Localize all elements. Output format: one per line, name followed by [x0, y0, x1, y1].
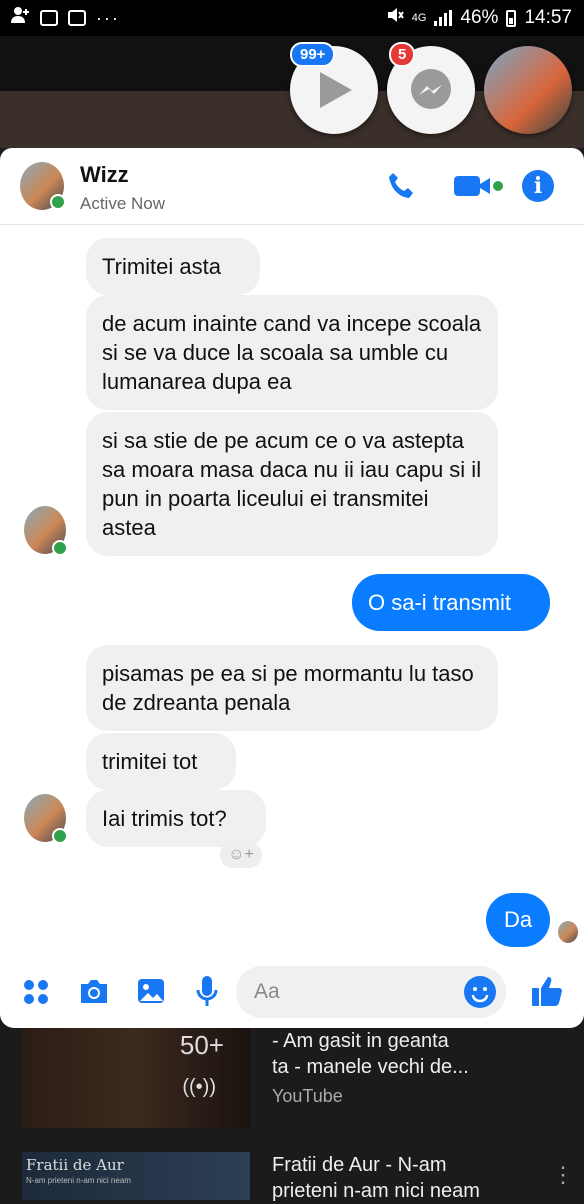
phone-call-icon[interactable] [386, 170, 418, 207]
thumbnail-title: Fratii de Aur [26, 1156, 124, 1174]
battery-percentage: 46% [460, 7, 499, 28]
clock: 14:57 [524, 7, 572, 28]
video-thumbnail[interactable]: Fratii de Aur N-am prieteni n-am nici ne… [22, 1152, 250, 1200]
incoming-message[interactable]: pisamas pe ea si pe mormantu lu taso de … [86, 645, 498, 731]
contact-status: Active Now [80, 194, 166, 213]
message-composer: Aa [0, 956, 584, 1028]
message-input[interactable]: Aa [236, 966, 506, 1018]
camera-icon[interactable] [78, 976, 110, 1011]
online-indicator [52, 828, 68, 844]
contact-chathead-avatar[interactable] [484, 46, 572, 134]
more-options-icon[interactable]: ⋮ [552, 1162, 574, 1188]
messenger-chathead[interactable]: 5 [387, 42, 475, 134]
video-title[interactable]: ta - manele vechi de... [272, 1054, 469, 1080]
smiley-plus-icon: ☺+ [228, 846, 254, 863]
add-contact-icon [10, 6, 30, 30]
outgoing-message[interactable]: O sa-i transmit [352, 574, 550, 631]
message-input-placeholder: Aa [254, 980, 280, 1003]
outgoing-message[interactable]: Da [486, 893, 550, 947]
add-reaction-button[interactable]: ☺+ [220, 842, 262, 868]
signal-icon [434, 10, 453, 26]
incoming-message[interactable]: trimitei tot [86, 733, 236, 790]
microphone-icon[interactable] [194, 974, 220, 1013]
playlist-count: 50+ [179, 1030, 224, 1060]
video-call-icon[interactable] [452, 170, 504, 207]
status-bar: ··· 4G 46% 14:57 [0, 0, 584, 36]
contact-name[interactable]: Wizz [80, 162, 129, 188]
battery-icon [506, 9, 517, 27]
seen-receipt-avatar [558, 921, 578, 943]
online-indicator [50, 194, 66, 210]
like-icon[interactable] [530, 974, 564, 1013]
video-thumbnail[interactable]: 50+ ((•)) [22, 1028, 250, 1128]
broadcast-icon: ((•)) [182, 1076, 216, 1098]
thumbnail-subtitle: N-am prieteni n-am nici neam [26, 1176, 131, 1185]
video-title[interactable]: - Am gasit in geanta [272, 1028, 449, 1054]
youtube-list: 50+ ((•)) - Am gasit in geanta ta - mane… [0, 1028, 584, 1202]
network-type: 4G [411, 12, 427, 24]
emoji-icon[interactable] [464, 976, 496, 1008]
video-count-badge: 99+ [290, 42, 336, 67]
chat-window: Wizz Active Now i Trimitei asta de acum … [0, 148, 584, 1028]
gallery-icon[interactable] [136, 976, 166, 1011]
play-icon [320, 72, 352, 108]
video-title[interactable]: prieteni n-am nici neam [272, 1178, 480, 1204]
info-icon[interactable]: i [522, 170, 554, 202]
mute-icon [386, 6, 404, 30]
video-source: YouTube [272, 1086, 343, 1106]
chat-header: Wizz Active Now i [0, 148, 584, 225]
video-title[interactable]: Fratii de Aur - N-am [272, 1152, 446, 1178]
messenger-icon [411, 69, 451, 109]
more-actions-icon[interactable] [22, 978, 50, 1011]
incoming-message[interactable]: si sa stie de pe acum ce o va astepta sa… [86, 412, 498, 556]
shopping-bag-icon [68, 10, 86, 26]
incoming-message[interactable]: Iai trimis tot? [86, 790, 266, 847]
incoming-message[interactable]: de acum inainte cand va incepe scoala si… [86, 295, 498, 410]
gallery-icon [40, 10, 58, 26]
more-notifications-icon: ··· [96, 7, 120, 28]
video-chathead[interactable]: 99+ [290, 42, 378, 134]
incoming-message[interactable]: Trimitei asta [86, 238, 260, 295]
online-indicator [52, 540, 68, 556]
unread-count-badge: 5 [389, 42, 416, 67]
